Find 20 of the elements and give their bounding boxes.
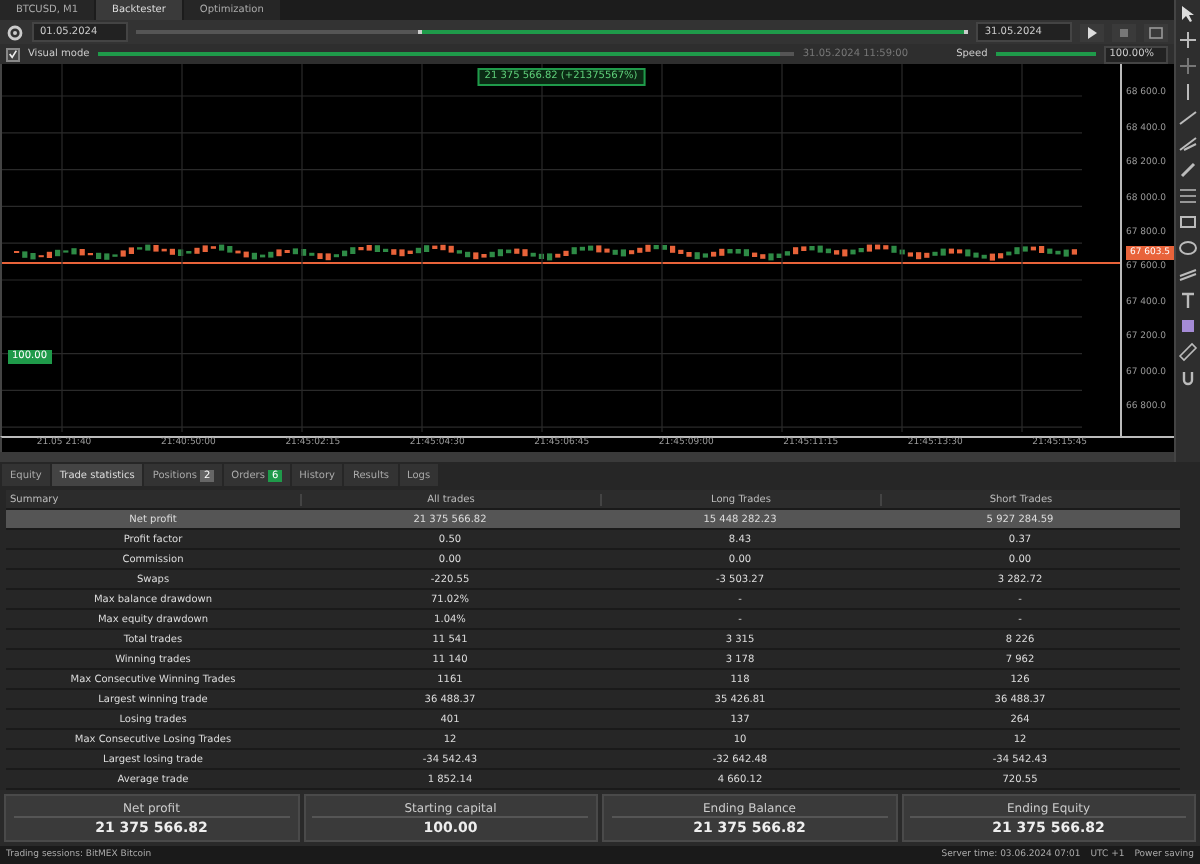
fork-icon[interactable] (1178, 134, 1198, 154)
cursor-icon[interactable] (1178, 4, 1198, 24)
panel-icon[interactable] (1144, 23, 1168, 41)
color-swatch-icon[interactable] (1178, 316, 1198, 336)
magnet-icon[interactable] (1178, 368, 1198, 388)
crosshair-icon[interactable] (1178, 30, 1198, 50)
ruler-icon[interactable] (1178, 342, 1198, 362)
stop-icon[interactable] (1112, 23, 1136, 41)
rectangle-icon[interactable] (1178, 212, 1198, 232)
crosshair-icon[interactable] (1178, 56, 1198, 76)
scrollbar[interactable] (0, 452, 1174, 463)
channel-icon[interactable] (1178, 264, 1198, 284)
text-tool-icon[interactable] (1178, 290, 1198, 310)
checkbox[interactable] (6, 47, 20, 61)
trend-line-icon[interactable] (1178, 108, 1198, 128)
levels-icon[interactable] (1178, 186, 1198, 206)
gear-icon[interactable] (6, 23, 24, 41)
pencil-icon[interactable] (1178, 160, 1198, 180)
ellipse-icon[interactable] (1178, 238, 1198, 258)
play-icon[interactable] (1080, 23, 1104, 41)
